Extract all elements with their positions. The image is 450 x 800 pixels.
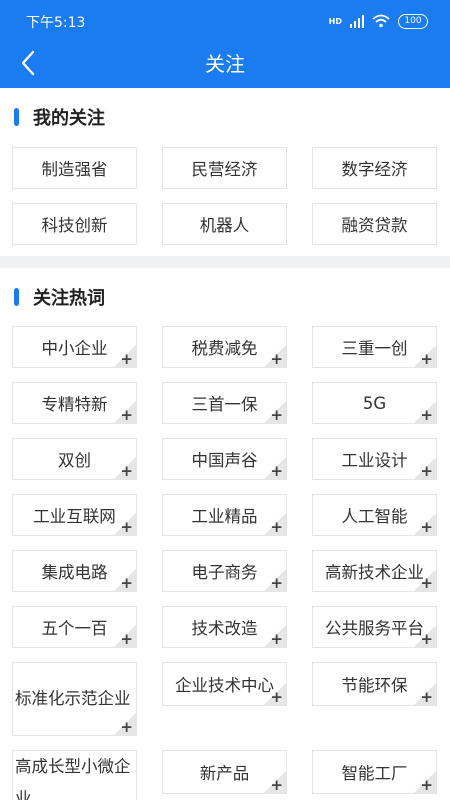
- hot-word-tag[interactable]: 公共服务平台 +: [312, 606, 437, 648]
- add-icon: +: [120, 630, 133, 648]
- hot-word-tag[interactable]: 5G +: [312, 382, 437, 424]
- hot-word-tag[interactable]: 企业技术中心 +: [162, 662, 287, 706]
- add-icon: +: [420, 518, 433, 536]
- hot-words-title: 关注热词: [33, 288, 105, 309]
- hot-word-tag[interactable]: 双创 +: [12, 438, 137, 480]
- section-accent-bar: [14, 108, 19, 126]
- my-follow-tag[interactable]: 科技创新: [12, 203, 137, 245]
- hot-words-header: 关注热词: [14, 286, 105, 309]
- hot-word-tag[interactable]: 电子商务 +: [162, 550, 287, 592]
- hot-word-tag[interactable]: 工业精品 +: [162, 494, 287, 536]
- my-follows-title: 我的关注: [33, 108, 105, 129]
- add-icon: +: [270, 630, 283, 648]
- add-icon: +: [420, 406, 433, 424]
- status-time: 下午5:13: [26, 15, 86, 31]
- my-follow-tag[interactable]: 融资贷款: [312, 203, 437, 245]
- hot-word-tag[interactable]: 新产品 +: [162, 750, 287, 794]
- hot-word-tag[interactable]: 集成电路 +: [12, 550, 137, 592]
- add-icon: +: [270, 406, 283, 424]
- my-follow-tag[interactable]: 民营经济: [162, 147, 287, 189]
- hot-word-tag[interactable]: 中国声谷 +: [162, 438, 287, 480]
- hot-word-tag[interactable]: 三首一保 +: [162, 382, 287, 424]
- hot-word-tag[interactable]: 工业设计 +: [312, 438, 437, 480]
- add-icon: +: [270, 518, 283, 536]
- network-label: HD: [328, 16, 342, 26]
- my-follows-header: 我的关注: [14, 106, 105, 129]
- add-icon: +: [420, 688, 433, 706]
- add-icon: +: [420, 462, 433, 480]
- add-icon: +: [420, 350, 433, 368]
- hot-word-tag[interactable]: 标准化示范企业 +: [12, 662, 137, 736]
- my-follow-tag[interactable]: 数字经济: [312, 147, 437, 189]
- page-title: 关注: [205, 52, 245, 76]
- add-icon: +: [120, 718, 133, 736]
- hot-word-tag[interactable]: 高成长型小微企业+: [12, 750, 137, 800]
- add-icon: +: [270, 776, 283, 794]
- hot-word-tag[interactable]: 工业互联网 +: [12, 494, 137, 536]
- add-icon: +: [420, 630, 433, 648]
- hot-word-tag[interactable]: 技术改造 +: [162, 606, 287, 648]
- add-icon: +: [120, 462, 133, 480]
- hot-word-tag[interactable]: 税费减免 +: [162, 326, 287, 368]
- section-accent-bar: [14, 288, 19, 306]
- hot-word-tag[interactable]: 三重一创 +: [312, 326, 437, 368]
- battery-indicator: 100: [398, 13, 428, 29]
- hot-word-tag[interactable]: 智能工厂 +: [312, 750, 437, 794]
- app-header: 下午5:13 HD 100 关注: [0, 0, 450, 88]
- hot-word-tag[interactable]: 人工智能 +: [312, 494, 437, 536]
- add-icon: +: [120, 350, 133, 368]
- add-icon: +: [270, 688, 283, 706]
- add-icon: +: [270, 350, 283, 368]
- add-icon: +: [420, 776, 433, 794]
- signal-icon: [350, 15, 364, 28]
- hot-word-tag[interactable]: 中小企业 +: [12, 326, 137, 368]
- add-icon: +: [120, 518, 133, 536]
- add-icon: +: [270, 462, 283, 480]
- wifi-icon: [372, 14, 390, 28]
- my-follow-tag[interactable]: 制造强省: [12, 147, 137, 189]
- hot-word-tag[interactable]: 五个一百 +: [12, 606, 137, 648]
- my-follow-tag[interactable]: 机器人: [162, 203, 287, 245]
- add-icon: +: [420, 574, 433, 592]
- add-icon: +: [120, 406, 133, 424]
- hot-word-tag[interactable]: 节能环保 +: [312, 662, 437, 706]
- hot-word-tag[interactable]: 专精特新 +: [12, 382, 137, 424]
- hot-word-tag[interactable]: 高新技术企业 +: [312, 550, 437, 592]
- add-icon: +: [120, 574, 133, 592]
- status-icons: HD 100: [329, 13, 428, 29]
- status-bar: 下午5:13 HD 100: [0, 0, 450, 40]
- section-divider: [0, 256, 450, 268]
- add-icon: +: [270, 574, 283, 592]
